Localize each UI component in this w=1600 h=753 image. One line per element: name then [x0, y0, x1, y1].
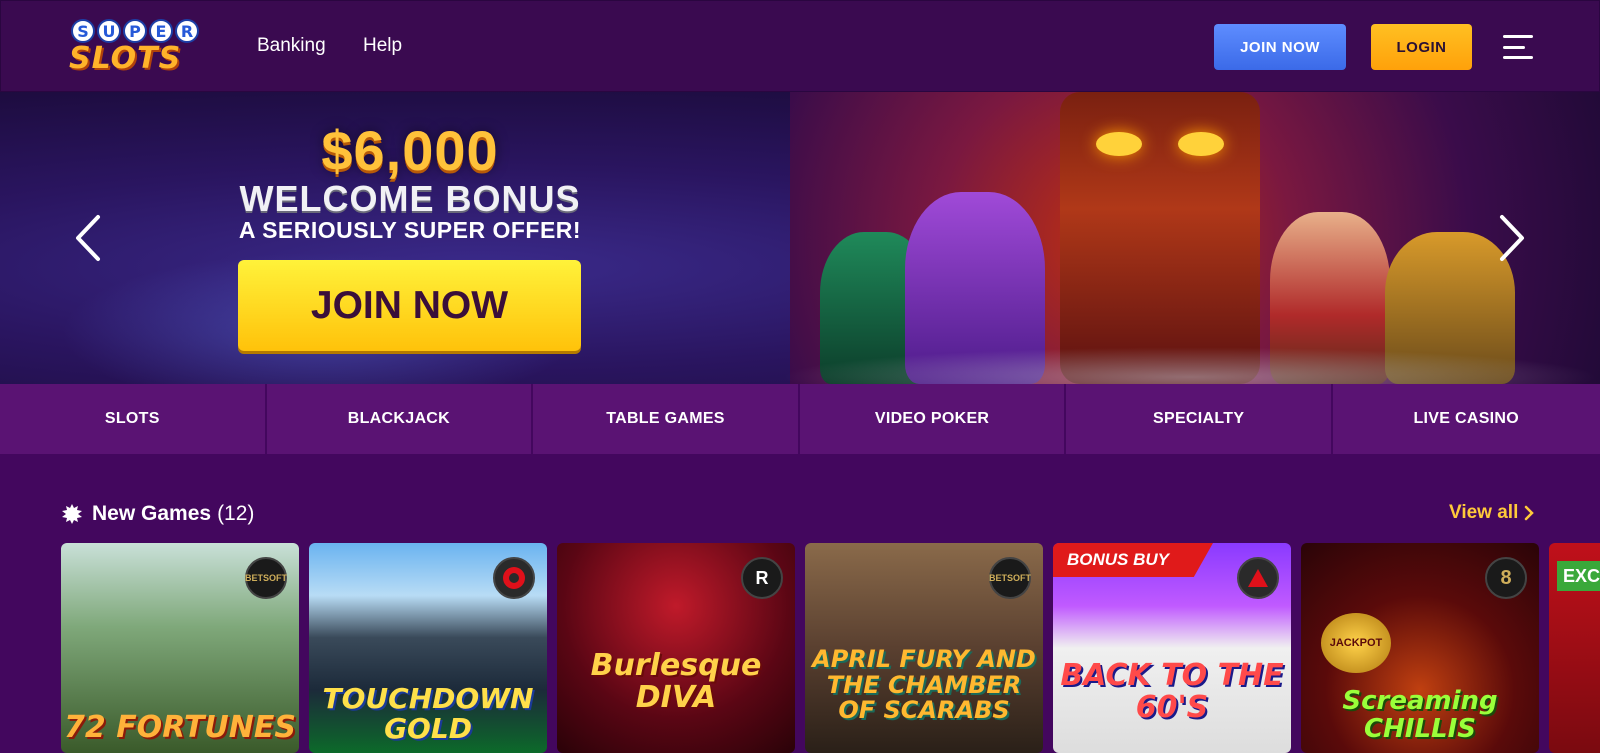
- category-specialty[interactable]: SPECIALTY: [1066, 384, 1333, 454]
- hamburger-line: [1503, 35, 1533, 38]
- category-table-games[interactable]: TABLE GAMES: [533, 384, 800, 454]
- category-nav: SLOTS BLACKJACK TABLE GAMES VIDEO POKER …: [0, 384, 1600, 454]
- provider-logo-icon: [503, 567, 525, 589]
- game-title: TOUCHDOWN GOLD: [322, 682, 534, 745]
- hero-join-now-button[interactable]: JOIN NOW: [238, 260, 581, 351]
- jackpot-badge: JACKPOT: [1321, 613, 1391, 673]
- chevron-right-icon: [1525, 505, 1535, 521]
- join-now-button[interactable]: JOIN NOW: [1214, 24, 1346, 70]
- character-tiki-mask: [1060, 92, 1260, 384]
- provider-badge: BETSOFT: [989, 557, 1031, 599]
- category-live-casino[interactable]: LIVE CASINO: [1333, 384, 1600, 454]
- logo-letter-p: P: [123, 19, 147, 43]
- logo-slots: SLOTS: [69, 41, 182, 76]
- new-games-row: BETSOFT 72 FORTUNES TOUCHDOWN GOLD R Bur…: [61, 543, 1600, 753]
- game-card[interactable]: BETSOFT 72 FORTUNES: [61, 543, 299, 753]
- game-card-partial[interactable]: EXC: [1549, 543, 1600, 753]
- carousel-prev-arrow-icon[interactable]: [70, 213, 110, 263]
- game-card[interactable]: R Burlesque DIVA: [557, 543, 795, 753]
- provider-badge: BETSOFT: [245, 557, 287, 599]
- game-title: Screaming CHILLIS: [1342, 686, 1498, 744]
- logo-letter-r: R: [175, 19, 199, 43]
- game-card[interactable]: 8 JACKPOT Screaming CHILLIS: [1301, 543, 1539, 753]
- game-card[interactable]: TOUCHDOWN GOLD: [309, 543, 547, 753]
- provider-badge: R: [741, 557, 783, 599]
- nav-help-link[interactable]: Help: [363, 35, 402, 57]
- top-header: S U P E R SLOTS Banking Help JOIN NOW LO…: [0, 0, 1600, 92]
- new-badge-icon: [62, 504, 82, 524]
- category-slots[interactable]: SLOTS: [0, 384, 267, 454]
- category-blackjack[interactable]: BLACKJACK: [267, 384, 534, 454]
- exclusive-ribbon: EXC: [1557, 561, 1600, 591]
- nav-banking-link[interactable]: Banking: [257, 35, 326, 57]
- new-games-count: (12): [217, 502, 255, 525]
- game-card[interactable]: BONUS BUY BACK TO THE 60'S: [1053, 543, 1291, 753]
- category-video-poker[interactable]: VIDEO POKER: [800, 384, 1067, 454]
- hero-smoke: [780, 347, 1600, 384]
- provider-logo-icon: [1248, 569, 1268, 587]
- game-title: Burlesque DIVA: [590, 648, 762, 715]
- carousel-next-arrow-icon[interactable]: [1490, 213, 1530, 263]
- hamburger-line: [1503, 56, 1533, 59]
- provider-badge: [1237, 557, 1279, 599]
- game-title: APRIL FURY AND THE CHAMBER OF SCARABS: [812, 645, 1036, 724]
- hero-title: WELCOME BONUS: [239, 178, 581, 219]
- hero-bonus-amount: $6,000: [321, 119, 499, 182]
- hamburger-menu-icon[interactable]: [1503, 35, 1533, 59]
- hero-subtitle: A SERIOUSLY SUPER OFFER!: [238, 217, 582, 243]
- site-logo[interactable]: S U P E R SLOTS: [69, 19, 199, 76]
- hamburger-line: [1503, 45, 1525, 49]
- login-button[interactable]: LOGIN: [1371, 24, 1472, 70]
- game-title: BACK TO THE 60'S: [1060, 658, 1284, 725]
- new-games-header: New Games (12): [62, 502, 254, 526]
- mask-eye: [1096, 132, 1142, 156]
- game-title: 72 FORTUNES: [64, 709, 296, 745]
- bonus-buy-ribbon: BONUS BUY: [1053, 543, 1213, 577]
- logo-super: S U P E R: [71, 19, 199, 43]
- logo-letter-u: U: [97, 19, 121, 43]
- view-all-label: View all: [1449, 502, 1519, 523]
- game-card[interactable]: BETSOFT APRIL FURY AND THE CHAMBER OF SC…: [805, 543, 1043, 753]
- new-games-title: New Games: [92, 502, 212, 525]
- view-all-link[interactable]: View all: [1449, 502, 1535, 524]
- logo-letter-s: S: [71, 19, 95, 43]
- mask-eye: [1178, 132, 1224, 156]
- logo-letter-e: E: [149, 19, 173, 43]
- provider-badge: 8: [1485, 557, 1527, 599]
- provider-badge: [493, 557, 535, 599]
